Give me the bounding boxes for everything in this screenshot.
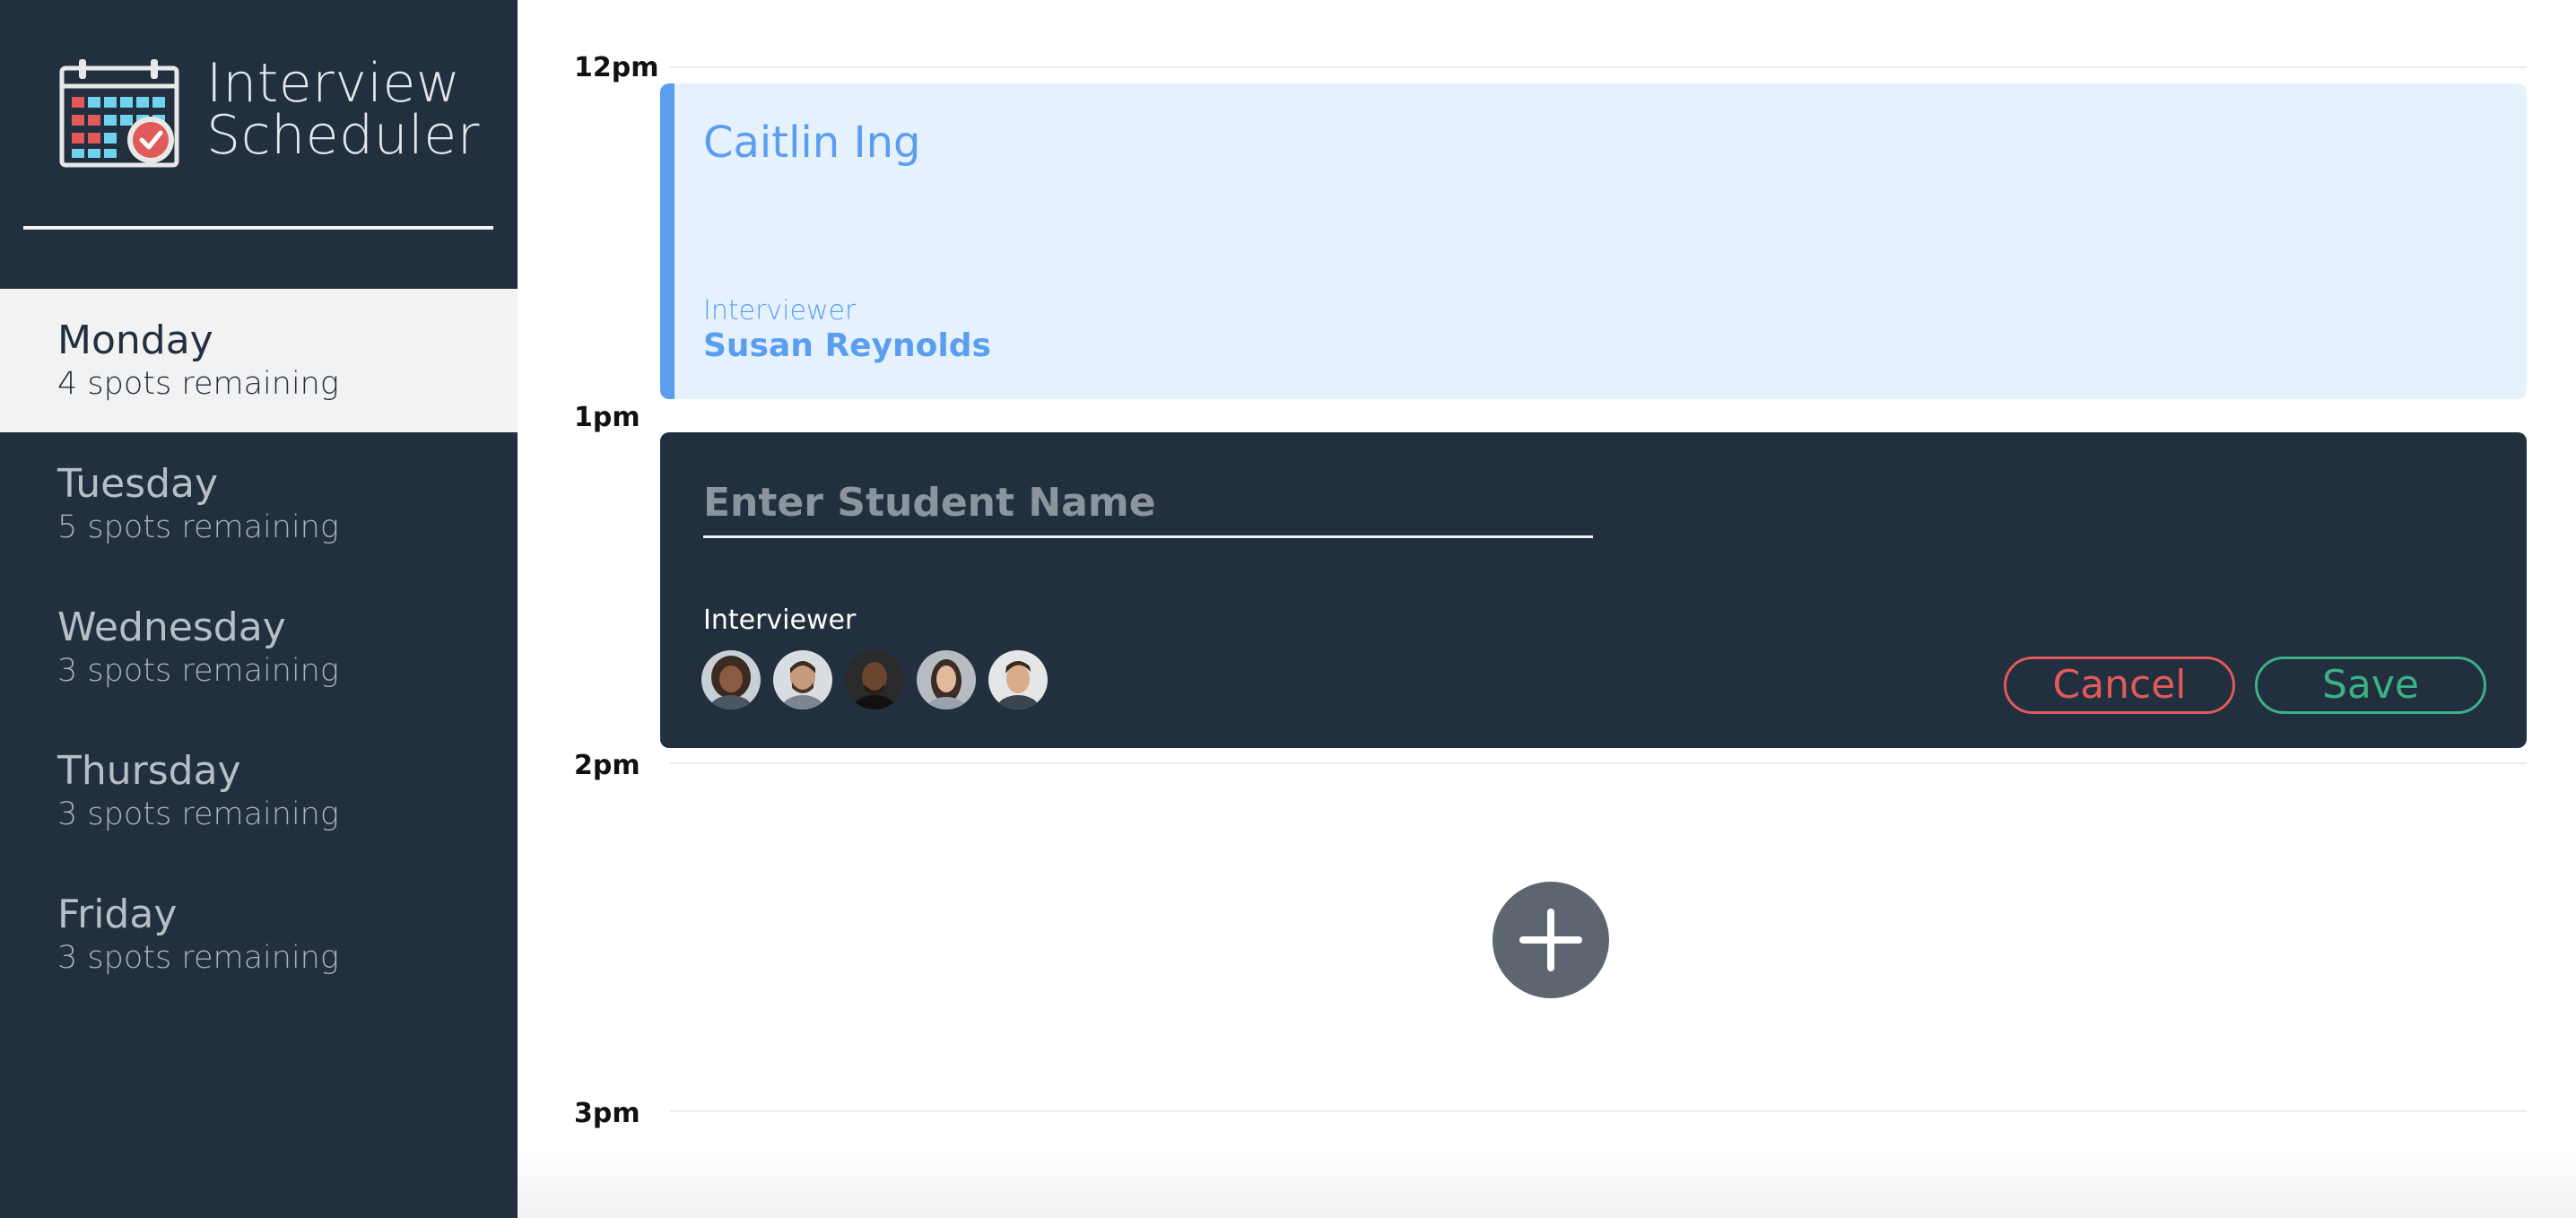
day-item-tuesday[interactable]: Tuesday 5 spots remaining [0, 432, 518, 576]
plus-icon [1519, 909, 1582, 971]
day-name: Tuesday [57, 461, 219, 507]
interviewer-name: Susan Reynolds [703, 327, 991, 364]
day-name: Wednesday [57, 605, 286, 650]
bottom-fade [518, 1148, 2576, 1218]
day-spots: 3 spots remaining [57, 796, 339, 832]
time-slot-2pm: 2pm [518, 750, 2576, 781]
interviewer-avatar[interactable] [701, 650, 761, 709]
schedule: 12pm Caitlin Ing Interviewer Susan Reyno… [518, 0, 2576, 1218]
day-list: Monday 4 spots remaining Tuesday 5 spots… [0, 289, 518, 1006]
student-name: Caitlin Ing [703, 117, 921, 168]
save-button[interactable]: Save [2255, 657, 2486, 714]
app-title: Interview Scheduler [206, 52, 480, 167]
time-slot-1pm: 1pm [518, 402, 2576, 433]
interviewer-avatar[interactable] [917, 650, 976, 709]
appointment-card[interactable]: Caitlin Ing Interviewer Susan Reynolds [660, 83, 2527, 399]
sidebar: Interview Scheduler Monday 4 spots remai… [0, 0, 518, 1218]
student-name-input[interactable] [703, 470, 1593, 538]
sidebar-divider [23, 226, 493, 230]
interviewer-avatar[interactable] [845, 650, 904, 709]
time-divider [670, 66, 2527, 68]
day-item-thursday[interactable]: Thursday 3 spots remaining [0, 719, 518, 863]
interviewer-list [701, 650, 1060, 709]
app-title-line2: Scheduler [206, 104, 480, 167]
time-label: 12pm [574, 52, 659, 83]
day-spots: 4 spots remaining [57, 366, 339, 402]
interviewer-avatar[interactable] [988, 650, 1048, 709]
time-slot-3pm: 3pm [518, 1098, 2576, 1129]
add-appointment-button[interactable] [1493, 882, 1609, 998]
interviewer-avatar[interactable] [773, 650, 832, 709]
day-spots: 3 spots remaining [57, 653, 339, 689]
app-title-line1: Interview [206, 52, 461, 115]
day-spots: 5 spots remaining [57, 509, 339, 545]
day-name: Friday [57, 892, 178, 937]
cancel-button[interactable]: Cancel [2004, 657, 2235, 714]
time-label: 1pm [574, 402, 640, 433]
day-item-friday[interactable]: Friday 3 spots remaining [0, 863, 518, 1006]
day-name: Monday [57, 318, 213, 363]
time-slot-12pm: 12pm [518, 52, 2576, 83]
time-label: 3pm [574, 1098, 640, 1129]
day-item-monday[interactable]: Monday 4 spots remaining [0, 289, 518, 432]
time-divider [670, 1110, 2527, 1112]
day-item-wednesday[interactable]: Wednesday 3 spots remaining [0, 576, 518, 719]
time-label: 2pm [574, 750, 640, 781]
appointment-form: Interviewer [660, 432, 2527, 748]
day-name: Thursday [57, 748, 241, 794]
day-spots: 3 spots remaining [57, 940, 339, 976]
interviewer-label: Interviewer [703, 295, 857, 326]
calendar-check-icon [59, 57, 185, 169]
time-divider [670, 762, 2527, 764]
interviewer-list-label: Interviewer [703, 605, 857, 636]
